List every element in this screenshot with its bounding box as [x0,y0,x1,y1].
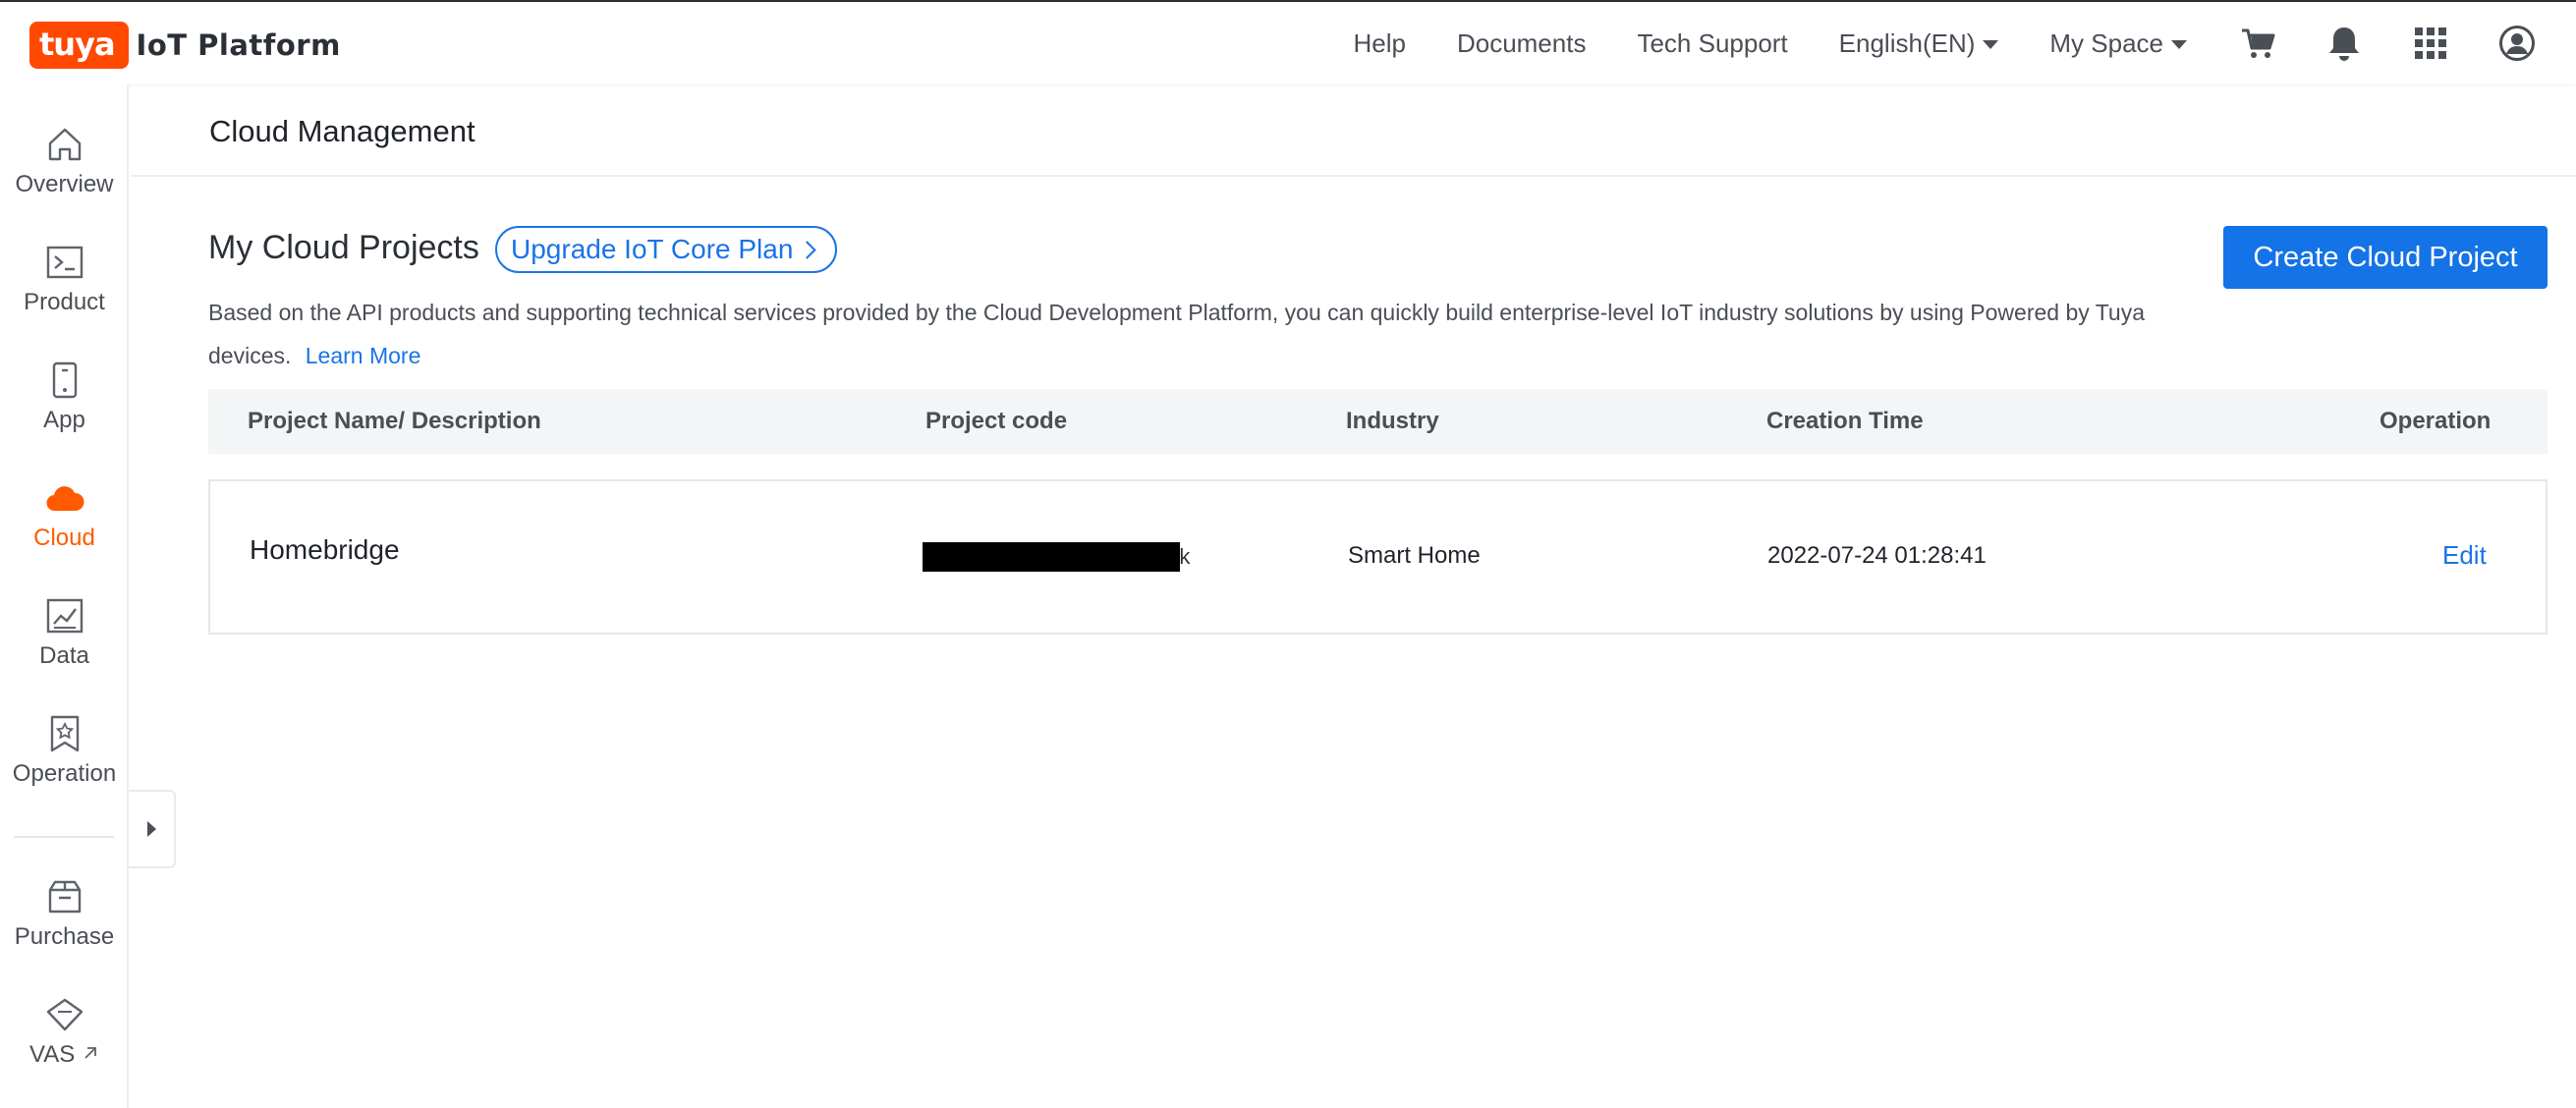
gem-icon [45,994,84,1035]
sidebar-item-label: Cloud [33,525,95,551]
chart-icon [45,595,84,637]
box-icon [45,876,84,917]
sidebar-item-label: Product [24,289,105,315]
caret-right-icon [146,821,156,837]
sidebar-divider [14,836,114,838]
left-sidebar: Overview Product App Cloud Data Operatio… [0,84,129,1108]
section-title: My Cloud Projects [208,229,479,266]
bookmark-star-icon [45,713,84,754]
nav-tech-support[interactable]: Tech Support [1637,28,1787,59]
upgrade-label: Upgrade IoT Core Plan [511,234,794,264]
edit-link[interactable]: Edit [2442,540,2487,571]
sidebar-item-label: Data [39,642,89,669]
bell-icon[interactable] [2324,24,2364,63]
sidebar-item-operation[interactable]: Operation [0,713,129,811]
table-header: Project Name/ Description Project code I… [208,389,2548,454]
chevron-right-icon [798,240,817,259]
tuya-logo[interactable]: tuya IoT Platform [29,22,341,69]
sidebar-item-product[interactable]: Product [0,242,129,340]
sidebar-expand-toggle[interactable] [129,790,176,868]
cloud-icon [45,477,84,519]
terminal-icon [45,242,84,283]
cart-icon[interactable] [2238,24,2277,63]
caret-down-icon [2171,39,2187,49]
caret-down-icon [1983,39,1999,49]
apps-grid-icon[interactable] [2411,24,2450,63]
page-title: Cloud Management [209,114,476,148]
external-link-icon [84,1047,96,1059]
language-label: English(EN) [1838,28,1976,58]
user-avatar-icon[interactable] [2497,24,2537,63]
sidebar-item-label: Operation [12,760,117,787]
nav-help[interactable]: Help [1353,28,1405,59]
phone-icon [45,360,84,401]
sidebar-item-vas[interactable]: VAS [0,994,129,1092]
sidebar-item-label: Purchase [14,923,115,950]
sidebar-item-overview[interactable]: Overview [0,124,129,222]
column-header-name: Project Name/ Description [248,408,541,434]
sidebar-item-cloud[interactable]: Cloud [0,477,129,576]
column-header-code: Project code [925,408,1068,434]
sidebar-item-app[interactable]: App [0,360,129,458]
page-header: Cloud Management [131,84,2576,177]
redaction-bar [923,542,1180,572]
nav-documents[interactable]: Documents [1457,28,1587,59]
project-name[interactable]: Homebridge [250,534,400,566]
column-header-industry: Industry [1346,408,1439,434]
column-header-creation-time: Creation Time [1766,408,1924,434]
project-creation-time: 2022-07-24 01:28:41 [1767,542,1987,569]
language-dropdown[interactable]: English(EN) [1839,28,1999,59]
sidebar-item-purchase[interactable]: Purchase [0,876,129,974]
sidebar-item-data[interactable]: Data [0,595,129,693]
sidebar-item-label: App [43,407,85,433]
create-cloud-project-button[interactable]: Create Cloud Project [2223,226,2548,289]
column-header-operation: Operation [2380,408,2492,434]
space-label: My Space [2049,28,2163,58]
home-icon [45,124,84,165]
upgrade-plan-button[interactable]: Upgrade IoT Core Plan [495,226,838,273]
learn-more-link[interactable]: Learn More [306,343,421,368]
sidebar-item-label: VAS [29,1041,99,1069]
logo-badge: tuya [29,22,129,69]
description-text: Based on the API products and supporting… [208,300,2145,368]
top-nav: Help Documents Tech Support English(EN) … [1353,2,2576,84]
logo-text: IoT Platform [136,28,341,62]
space-dropdown[interactable]: My Space [2049,28,2187,59]
table-row: Homebridge p g k Smart Home 2022-07-24 0… [208,479,2548,635]
page-description: Based on the API products and supporting… [208,291,2212,377]
project-industry: Smart Home [1348,542,1481,569]
sidebar-item-label: Overview [15,171,114,197]
